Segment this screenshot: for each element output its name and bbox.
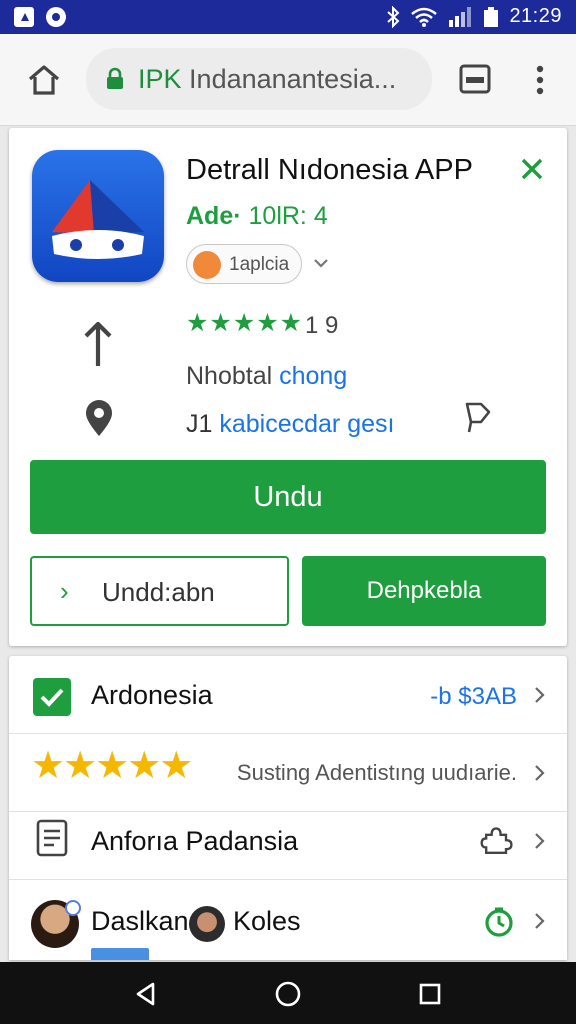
- app-subtitle-prefix: Ade·: [186, 202, 242, 230]
- category-chip-icon: [193, 251, 221, 279]
- chevron-right-icon: [535, 833, 545, 849]
- location-number: J1: [186, 410, 213, 438]
- home-circle-icon[interactable]: [274, 980, 302, 1008]
- secondary-outline-button[interactable]: › Undd:abn: [30, 556, 289, 626]
- list-item[interactable]: Ardonesia -b $3AB: [9, 656, 567, 734]
- list-item[interactable]: ★★★★★ Susting Adentistıng uudıarie.: [9, 734, 567, 812]
- notification-circle-icon: [46, 7, 66, 27]
- rating-count: 1 9: [305, 312, 339, 339]
- developer-link[interactable]: chong: [279, 362, 347, 390]
- list-item-title: Anforıa Padansia: [91, 826, 299, 856]
- wifi-icon: [411, 7, 438, 27]
- puzzle-icon: [480, 827, 513, 854]
- avatar[interactable]: [189, 906, 225, 942]
- url-text: IPK Indananantesia...: [138, 64, 423, 95]
- rating-stars-row: ★★★★★: [31, 745, 193, 787]
- recents-icon[interactable]: [418, 982, 442, 1006]
- install-button[interactable]: Undu: [30, 460, 546, 534]
- list-item-title[interactable]: Daslkan: [91, 906, 189, 937]
- timer-icon: [485, 907, 513, 937]
- status-badge: [91, 948, 149, 960]
- app-icon[interactable]: [32, 150, 164, 282]
- document-icon: [36, 819, 68, 857]
- app-title: Detrall Nıdonesia APP: [186, 154, 473, 186]
- location-pin-icon: [86, 400, 112, 436]
- chevron-right-icon: [535, 765, 545, 781]
- location-line[interactable]: J1 kabicecdar gesı: [186, 410, 394, 439]
- battery-icon: [484, 6, 499, 27]
- category-chip-label: 1aplcia: [229, 254, 290, 275]
- developer-prefix: Nhobtal: [186, 362, 273, 390]
- browser-toolbar: IPK Indananantesia...: [0, 34, 576, 126]
- chevron-right-icon: [535, 913, 545, 929]
- signal-icon: [449, 6, 472, 27]
- category-chip[interactable]: 1aplcia: [186, 244, 302, 284]
- home-icon[interactable]: [26, 62, 62, 98]
- close-icon[interactable]: [517, 154, 547, 184]
- secondary-outline-label: Undd:abn: [102, 577, 215, 607]
- app-subtitle: Ade· 10lR: 4: [186, 202, 328, 231]
- chevron-right-icon: ›: [60, 576, 69, 606]
- verified-badge-icon: [65, 900, 81, 916]
- url-prefix: IPK: [138, 64, 182, 94]
- chevron-right-icon: [535, 687, 545, 703]
- list-item[interactable]: Anforıa Padansia: [9, 804, 567, 880]
- detail-list: Ardonesia -b $3AB ★★★★★ Susting Adentist…: [9, 656, 567, 960]
- rating-stars: ★★★★★: [186, 309, 304, 337]
- system-nav-bar: [0, 962, 576, 1024]
- bluetooth-icon: [387, 5, 400, 28]
- status-bar: 21:29: [0, 0, 576, 34]
- back-icon[interactable]: [133, 981, 159, 1007]
- url-host: Indananantesia...: [189, 64, 397, 94]
- app-subtitle-value: 10lR: 4: [248, 202, 328, 230]
- chevron-down-icon[interactable]: [312, 254, 330, 272]
- arrow-up-icon: [84, 321, 112, 366]
- location-text: kabicecdar gesı: [219, 410, 395, 438]
- status-time: 21:29: [509, 5, 562, 27]
- secondary-filled-button[interactable]: Dehpkebla: [302, 556, 546, 626]
- list-item-title: Ardonesia: [91, 680, 213, 710]
- more-vert-icon[interactable]: [528, 62, 552, 98]
- app-logo-icon: [52, 180, 144, 259]
- list-item-title-secondary[interactable]: Koles: [233, 906, 301, 937]
- address-bar[interactable]: IPK Indananantesia...: [86, 48, 432, 110]
- notification-square-icon: [14, 7, 34, 27]
- list-item-value: Susting Adentistıng uudıarie.: [236, 760, 517, 785]
- list-item-value: -b $3AB: [430, 683, 517, 710]
- tabs-icon[interactable]: [458, 62, 492, 96]
- share-icon[interactable]: [459, 398, 495, 436]
- developer-line: Nhobtal chong: [186, 362, 347, 391]
- app-install-card: Detrall Nıdonesia APP Ade· 10lR: 4 1aplc…: [9, 128, 567, 646]
- check-icon: [33, 678, 71, 716]
- lock-icon: [107, 67, 123, 89]
